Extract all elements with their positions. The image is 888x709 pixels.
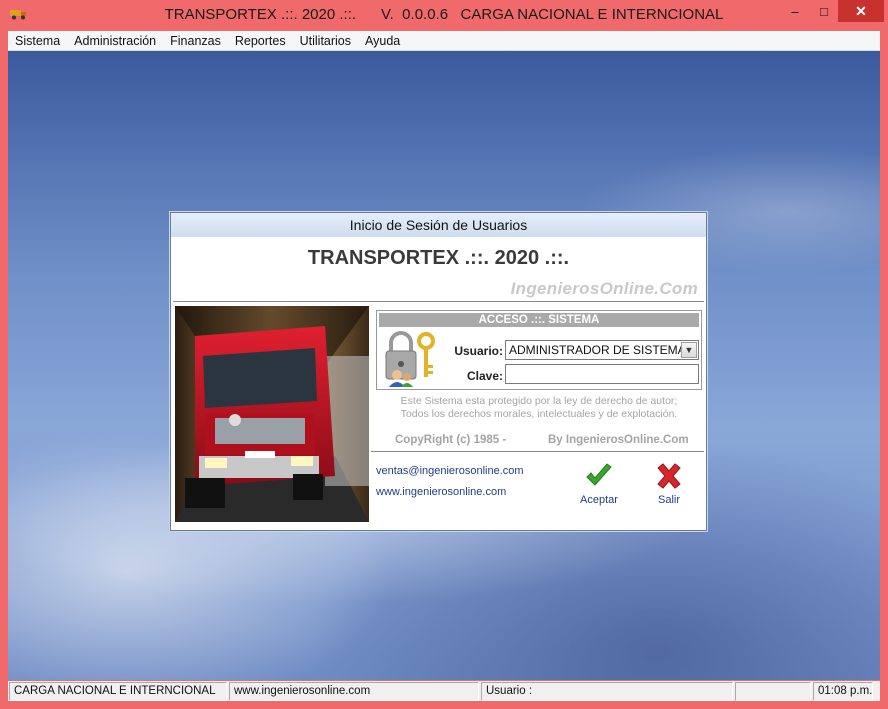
chevron-down-icon[interactable]: ▼ xyxy=(681,342,697,358)
password-input[interactable] xyxy=(505,364,699,384)
window-title: TRANSPORTEX .::. 2020 .::. V. 0.0.0.6 CA… xyxy=(164,6,724,23)
legal-line-1: Este Sistema esta protegido por la ley d… xyxy=(400,395,678,407)
copyright-by-text: By IngenierosOnline.Com xyxy=(548,434,689,446)
header-divider xyxy=(173,301,704,302)
app-window: TRANSPORTEX .::. 2020 .::. V. 0.0.0.6 CA… xyxy=(0,0,888,709)
menu-administracion[interactable]: Administración xyxy=(67,34,163,48)
truck-photo xyxy=(175,306,369,522)
status-bar: CARGA NACIONAL E INTERNCIONAL www.ingeni… xyxy=(8,681,880,701)
password-label: Clave: xyxy=(466,369,503,383)
menu-sistema[interactable]: Sistema xyxy=(8,34,67,48)
brand-title: TRANSPORTEX .::. 2020 .::. xyxy=(307,247,570,269)
lock-keys-users-icon xyxy=(385,331,435,387)
login-dialog: Inicio de Sesión de Usuarios TRANSPORTEX… xyxy=(170,212,707,531)
copyright-text: CopyRight (c) 1985 - xyxy=(395,434,507,446)
user-label: Usuario: xyxy=(454,344,503,358)
title-bar: TRANSPORTEX .::. 2020 .::. V. 0.0.0.6 CA… xyxy=(0,0,888,31)
minimize-button[interactable]: – xyxy=(780,0,810,22)
footer-divider xyxy=(371,451,704,452)
maximize-button[interactable]: □ xyxy=(810,0,838,22)
contact-website: www.ingenierosonline.com xyxy=(376,486,507,498)
status-company: CARGA NACIONAL E INTERNCIONAL xyxy=(9,682,227,701)
user-select[interactable]: ADMINISTRADOR DE SISTEMA ▼ xyxy=(505,340,699,360)
x-mark-icon xyxy=(657,463,681,489)
legal-notice: Este Sistema esta protegido por la ley d… xyxy=(376,395,702,421)
accept-label: Aceptar xyxy=(580,494,618,506)
menu-ayuda[interactable]: Ayuda xyxy=(358,34,407,48)
access-header: ACCESO .::. SISTEMA xyxy=(379,313,699,327)
menu-finanzas[interactable]: Finanzas xyxy=(163,34,228,48)
brand-watermark: IngenierosOnline.Com xyxy=(510,279,698,298)
menu-utilitarios[interactable]: Utilitarios xyxy=(293,34,358,48)
checkmark-icon xyxy=(586,463,612,486)
dialog-header: TRANSPORTEX .::. 2020 .::. IngenierosOnl… xyxy=(171,237,706,303)
dialog-title: Inicio de Sesión de Usuarios xyxy=(171,213,706,237)
status-website: www.ingenierosonline.com xyxy=(229,682,479,701)
close-button[interactable]: ✕ xyxy=(838,0,884,22)
exit-button[interactable]: Salir xyxy=(641,463,697,513)
user-select-value: ADMINISTRADOR DE SISTEMA xyxy=(509,343,686,357)
legal-line-2: Todos los derechos morales, intelectuale… xyxy=(400,408,678,420)
exit-label: Salir xyxy=(657,494,680,506)
status-user: Usuario : xyxy=(481,682,733,701)
status-extra xyxy=(735,682,811,701)
status-time: 01:08 p.m. xyxy=(813,682,873,701)
menu-reportes[interactable]: Reportes xyxy=(228,34,293,48)
contact-email: ventas@ingenierosonline.com xyxy=(376,465,524,477)
access-panel: ACCESO .::. SISTEMA Usuario: ADMINISTRAD… xyxy=(376,310,702,390)
accept-button[interactable]: Aceptar xyxy=(571,463,627,513)
menu-bar: Sistema Administración Finanzas Reportes… xyxy=(8,31,880,51)
